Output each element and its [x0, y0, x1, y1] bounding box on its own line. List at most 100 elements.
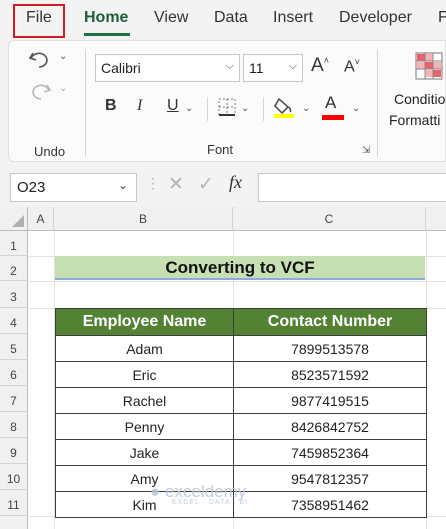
name-box[interactable]: O23 ⌄: [10, 173, 137, 202]
gridline: [28, 281, 446, 282]
borders-icon: [218, 98, 236, 116]
employee-name-cell[interactable]: Rachel: [55, 387, 234, 414]
borders-dropdown-icon[interactable]: ⌄: [241, 103, 249, 114]
enter-check-icon[interactable]: ✓: [198, 173, 214, 196]
menu-data[interactable]: Data: [214, 9, 248, 27]
row-header-6[interactable]: 6: [0, 360, 28, 386]
insert-function-icon[interactable]: fx: [229, 172, 242, 193]
bold-button[interactable]: B: [105, 97, 117, 115]
font-color-button[interactable]: A: [322, 93, 344, 120]
borders-button[interactable]: [217, 97, 237, 122]
redo-dropdown-icon[interactable]: ⌄: [59, 83, 67, 94]
row-header-8[interactable]: 8: [0, 412, 28, 438]
more-options-icon[interactable]: ⋮: [146, 175, 160, 192]
active-tab-indicator: [84, 33, 130, 36]
row-header-10[interactable]: 10: [0, 464, 28, 490]
underline-dropdown-icon[interactable]: ⌄: [185, 103, 193, 114]
menu-bar: File Home View Data Insert Developer F: [0, 0, 446, 40]
contact-number-cell[interactable]: 7899513578: [233, 335, 427, 362]
chevron-down-icon: ⌵: [288, 60, 297, 72]
row-header-4[interactable]: 4: [0, 308, 28, 334]
fill-color-button[interactable]: [273, 95, 295, 124]
font-size-combo[interactable]: 11 ⌵: [243, 54, 303, 82]
row-header-5[interactable]: 5: [0, 334, 28, 360]
employee-name-cell[interactable]: Eric: [55, 361, 234, 388]
dialog-launcher-icon[interactable]: ⇲: [362, 145, 370, 156]
group-separator: [85, 49, 86, 157]
sheet-title[interactable]: Converting to VCF: [55, 256, 425, 280]
divider: [263, 97, 264, 121]
row-header-9[interactable]: 9: [0, 438, 28, 464]
table-row: Eric 8523571592: [55, 361, 427, 388]
table-row: Penny 8426842752: [55, 413, 427, 440]
highlight-color-swatch: [274, 114, 294, 118]
formula-input[interactable]: [258, 173, 446, 202]
menu-insert[interactable]: Insert: [273, 9, 313, 27]
fill-dropdown-icon[interactable]: ⌄: [302, 103, 310, 114]
group-separator: [377, 49, 378, 157]
undo-dropdown-icon[interactable]: ⌄: [59, 51, 67, 62]
redo-button[interactable]: [27, 79, 57, 105]
font-color-glyph: A: [325, 93, 337, 112]
undo-button[interactable]: [27, 47, 57, 73]
employee-name-cell[interactable]: Jake: [55, 439, 234, 466]
select-all-corner[interactable]: [0, 207, 28, 231]
table-row: Adam 7899513578: [55, 335, 427, 362]
redo-icon: [32, 84, 52, 100]
undo-icon: [28, 52, 48, 68]
select-all-triangle-icon: [12, 215, 24, 227]
name-box-value: O23: [17, 179, 46, 196]
contact-number-cell[interactable]: 8426842752: [233, 413, 427, 440]
conditional-formatting-button[interactable]: [414, 51, 444, 86]
row-header-2[interactable]: 2: [0, 256, 28, 281]
conditional-formatting-label-1: Conditio: [394, 91, 446, 107]
column-header-a[interactable]: A: [28, 207, 54, 231]
font-name-value: Calibri: [101, 60, 141, 76]
underline-button[interactable]: U: [167, 97, 179, 115]
paint-bucket-icon: [274, 97, 294, 118]
employee-name-cell[interactable]: Penny: [55, 413, 234, 440]
conditional-formatting-icon: [415, 52, 443, 80]
column-header-b[interactable]: B: [54, 207, 233, 231]
ribbon: ⌄ ⌄ Undo Calibri ⌵ 11 ⌵ A˄ A˅ B I U ⌄ ⌄ …: [8, 40, 446, 162]
column-header-d[interactable]: [426, 207, 446, 231]
row-header-11[interactable]: 11: [0, 490, 28, 516]
column-header-c[interactable]: C: [233, 207, 426, 231]
font-name-combo[interactable]: Calibri ⌵: [95, 54, 240, 82]
italic-button[interactable]: I: [137, 97, 142, 115]
chevron-down-icon: ⌄: [118, 178, 129, 192]
employee-name-cell[interactable]: Adam: [55, 335, 234, 362]
divider: [207, 97, 208, 121]
font-group-label: Font: [207, 142, 234, 157]
contact-number-cell[interactable]: 8523571592: [233, 361, 427, 388]
table-row: Jake 7459852364: [55, 439, 427, 466]
menu-view[interactable]: View: [154, 9, 188, 27]
conditional-formatting-label-2: Formatti: [389, 112, 441, 128]
menu-home[interactable]: Home: [84, 9, 128, 27]
menu-more[interactable]: F: [438, 9, 446, 27]
font-color-dropdown-icon[interactable]: ⌄: [352, 103, 360, 114]
row-header-3[interactable]: 3: [0, 281, 28, 308]
table-header-row: Employee Name Contact Number: [55, 308, 427, 336]
contact-number-cell[interactable]: 7459852364: [233, 439, 427, 466]
row-header-12[interactable]: [0, 516, 28, 529]
menu-developer[interactable]: Developer: [339, 9, 412, 27]
decrease-font-size-icon[interactable]: A˅: [344, 57, 360, 76]
chevron-down-icon: ⌵: [225, 60, 234, 72]
contact-number-cell[interactable]: 9877419515: [233, 387, 427, 414]
menu-file[interactable]: File: [26, 9, 52, 27]
row-header-7[interactable]: 7: [0, 386, 28, 412]
table-row: Rachel 9877419515: [55, 387, 427, 414]
header-contact-number[interactable]: Contact Number: [233, 308, 427, 336]
increase-font-size-icon[interactable]: A˄: [311, 55, 329, 77]
watermark-logo: ● exceldemy EXCEL · DATA · BI: [150, 482, 248, 506]
watermark-icon: ●: [150, 482, 161, 501]
watermark-tagline: EXCEL · DATA · BI: [172, 499, 248, 506]
font-color-swatch: [322, 115, 344, 120]
contact-number-cell[interactable]: 7358951462: [233, 491, 427, 518]
undo-group-label: Undo: [34, 144, 66, 159]
cancel-icon[interactable]: ✕: [168, 173, 184, 196]
row-header-1[interactable]: 1: [0, 231, 28, 256]
header-employee-name[interactable]: Employee Name: [55, 308, 234, 336]
contact-number-cell[interactable]: 9547812357: [233, 465, 427, 492]
